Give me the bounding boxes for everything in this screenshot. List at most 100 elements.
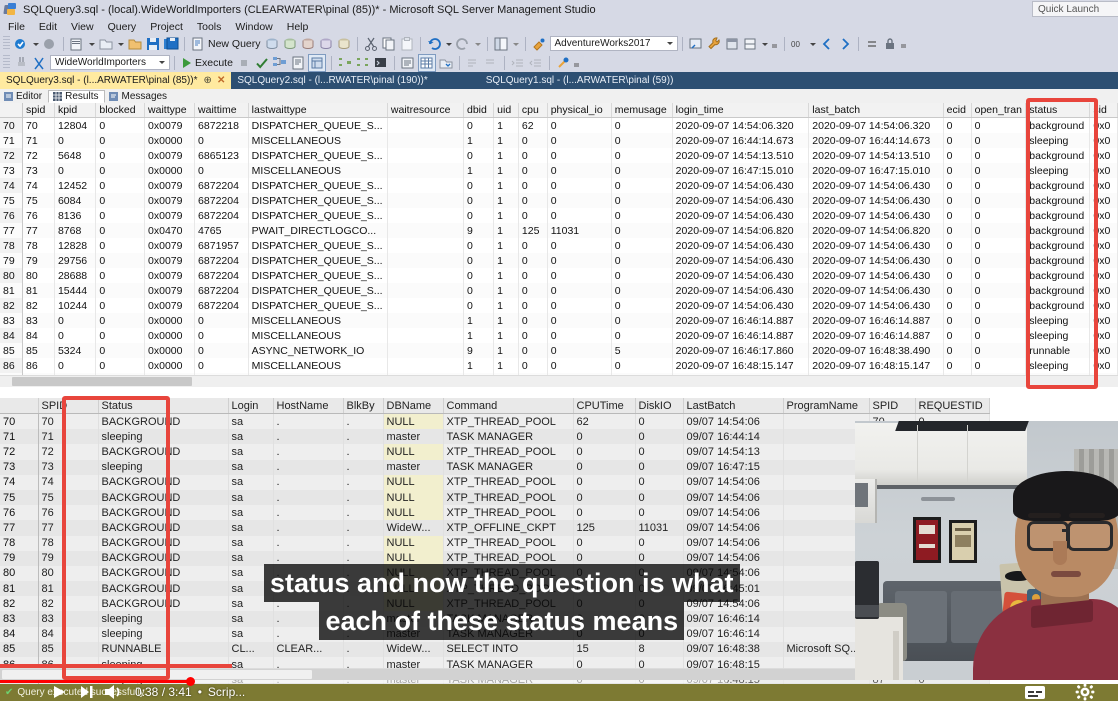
new-query-icon[interactable]: [190, 36, 206, 52]
table-cell-blocked[interactable]: 0: [95, 133, 146, 148]
table-cell-spid[interactable]: 77: [38, 520, 99, 536]
column-header-command[interactable]: Command: [443, 398, 574, 414]
table-cell-spid[interactable]: 83: [38, 611, 99, 627]
table-cell-waitresource[interactable]: [387, 178, 464, 193]
table-cell-waitresource[interactable]: [387, 283, 464, 298]
table-cell-dbid[interactable]: 1: [463, 328, 495, 343]
settings-button[interactable]: [1074, 683, 1096, 701]
disconnect-icon[interactable]: [42, 36, 58, 52]
table-cell-sid[interactable]: 0x0: [1089, 178, 1118, 193]
table-cell-waittype[interactable]: 0x0079: [144, 283, 196, 298]
table-cell-blocked[interactable]: 0: [95, 117, 146, 133]
table-cell-dbid[interactable]: 0: [463, 193, 495, 208]
table-cell-status[interactable]: background: [1025, 117, 1091, 133]
table-cell-lastwaittype[interactable]: DISPATCHER_QUEUE_S...: [248, 117, 388, 133]
table-cell-lastwaittype[interactable]: DISPATCHER_QUEUE_S...: [248, 268, 388, 283]
grid-corner-cell[interactable]: [0, 103, 24, 118]
row-header-cell[interactable]: 85: [0, 641, 39, 657]
table-cell-sid[interactable]: 0x0: [1089, 283, 1118, 298]
row-header-cell[interactable]: 70: [0, 117, 24, 133]
table-cell-dbid[interactable]: 1: [463, 313, 495, 328]
table-cell-open-tran[interactable]: 0: [971, 133, 1027, 148]
table-cell-spid[interactable]: 85: [22, 343, 55, 358]
include-client-statistics-icon[interactable]: [355, 55, 371, 71]
table-cell-uid[interactable]: 1: [493, 223, 519, 238]
table-cell-lastwaittype[interactable]: DISPATCHER_QUEUE_S...: [248, 253, 388, 268]
table-cell-status[interactable]: BACKGROUND: [98, 474, 229, 490]
table-cell-physical-io[interactable]: 0: [547, 283, 612, 298]
table-cell-physical-io[interactable]: 0: [547, 178, 612, 193]
nav-back-icon[interactable]: [819, 36, 835, 52]
table-cell-physical-io[interactable]: 0: [547, 343, 612, 358]
table-cell-dbid[interactable]: 0: [463, 268, 495, 283]
table-cell-spid[interactable]: 84: [38, 626, 99, 642]
row-header-cell[interactable]: 75: [0, 193, 24, 208]
undo-icon[interactable]: [426, 36, 442, 52]
table-cell-uid[interactable]: 1: [493, 283, 519, 298]
table-cell-blocked[interactable]: 0: [95, 313, 146, 328]
table-cell-last-batch[interactable]: 2020-09-07 14:54:06.430: [808, 298, 944, 313]
table-cell-last-batch[interactable]: 2020-09-07 14:54:06.430: [808, 268, 944, 283]
table-cell-cputime[interactable]: 0: [573, 489, 636, 506]
row-header-cell[interactable]: 84: [0, 328, 24, 343]
table-cell-sid[interactable]: 0x0: [1089, 328, 1118, 343]
table-cell-memusage[interactable]: 0: [611, 223, 673, 238]
table-cell-open-tran[interactable]: 0: [971, 178, 1027, 193]
table-cell-memusage[interactable]: 5: [611, 343, 673, 358]
table-cell-lastwaittype[interactable]: MISCELLANEOUS: [248, 358, 388, 373]
table-cell-dbid[interactable]: 1: [463, 358, 495, 373]
table-cell-ecid[interactable]: 0: [943, 117, 972, 133]
table-cell-waittype[interactable]: 0x0079: [144, 193, 196, 208]
table-cell-ecid[interactable]: 0: [943, 298, 972, 313]
table-cell-open-tran[interactable]: 0: [971, 208, 1027, 223]
table-cell-lastbatch[interactable]: 09/07 14:54:06: [683, 535, 784, 551]
table-cell-physical-io[interactable]: 11031: [547, 223, 612, 238]
table-cell-last-batch[interactable]: 2020-09-07 16:46:14.887: [808, 328, 944, 343]
table-cell-ecid[interactable]: 0: [943, 343, 972, 358]
table-cell-physical-io[interactable]: 0: [547, 238, 612, 253]
table-cell-spid[interactable]: 72: [22, 148, 55, 163]
table-cell-command[interactable]: XTP_OFFLINE_CKPT: [443, 520, 574, 536]
table-cell-dbname[interactable]: NULL: [383, 535, 444, 551]
table-cell-ecid[interactable]: 0: [943, 253, 972, 268]
table-cell-command[interactable]: XTP_THREAD_POOL: [443, 535, 574, 551]
table-cell-cpu[interactable]: 0: [518, 253, 548, 268]
sql-editor-toolbar[interactable]: WideWorldImporters Execute: [0, 53, 1118, 72]
table-cell-dbid[interactable]: 9: [463, 223, 495, 238]
table-cell-spid[interactable]: 76: [22, 208, 55, 223]
column-header-sid[interactable]: sid: [1089, 103, 1118, 118]
document-tab-strip[interactable]: SQLQuery3.sql - (l...ARWATER\pinal (85))…: [0, 72, 1118, 89]
table-cell-uid[interactable]: 1: [493, 313, 519, 328]
table-cell-waittime[interactable]: 4765: [194, 223, 249, 238]
table-cell-open-tran[interactable]: 0: [971, 117, 1027, 133]
table-cell-sid[interactable]: 0x0: [1089, 253, 1118, 268]
table-cell-dbid[interactable]: 1: [463, 163, 495, 178]
connect-dropdown-icon[interactable]: [31, 36, 40, 52]
table-cell-dbid[interactable]: 0: [463, 117, 495, 133]
specify-values-icon[interactable]: [555, 55, 571, 71]
table-cell-waittime[interactable]: 0: [194, 313, 249, 328]
video-control-bar[interactable]: 0:38 / 3:41 • Scrip...: [0, 677, 1118, 701]
table-cell-command[interactable]: XTP_THREAD_POOL: [443, 474, 574, 490]
table-row[interactable]: 79 79 29756 0 0x0079 6872204 DISPATCHER_QUEUE_…: [0, 253, 1118, 268]
table-cell-cpu[interactable]: 0: [518, 343, 548, 358]
row-header-cell[interactable]: 74: [0, 178, 24, 193]
table-cell-cputime[interactable]: 15: [573, 641, 636, 657]
table-cell-open-tran[interactable]: 0: [971, 148, 1027, 163]
table-cell-diskio[interactable]: 8: [635, 641, 684, 657]
table-cell-status[interactable]: background: [1025, 223, 1091, 238]
table-cell-last-batch[interactable]: 2020-09-07 14:54:06.430: [808, 238, 944, 253]
execute-label[interactable]: Execute: [195, 57, 233, 69]
table-cell-cpu[interactable]: 0: [518, 148, 548, 163]
table-cell-login[interactable]: sa: [228, 459, 274, 475]
table-cell-kpid[interactable]: 0: [54, 358, 97, 373]
table-cell-status[interactable]: RUNNABLE: [98, 641, 229, 657]
table-cell-waittime[interactable]: 6872204: [194, 283, 249, 298]
results-to-grid-icon[interactable]: [417, 53, 436, 72]
column-header-spid[interactable]: SPID: [38, 398, 99, 414]
table-cell-kpid[interactable]: 6084: [54, 193, 97, 208]
table-cell-uid[interactable]: 1: [493, 358, 519, 373]
table-cell-status[interactable]: background: [1025, 148, 1091, 163]
table-cell-waittype[interactable]: 0x0000: [144, 313, 196, 328]
table-cell-blocked[interactable]: 0: [95, 178, 146, 193]
